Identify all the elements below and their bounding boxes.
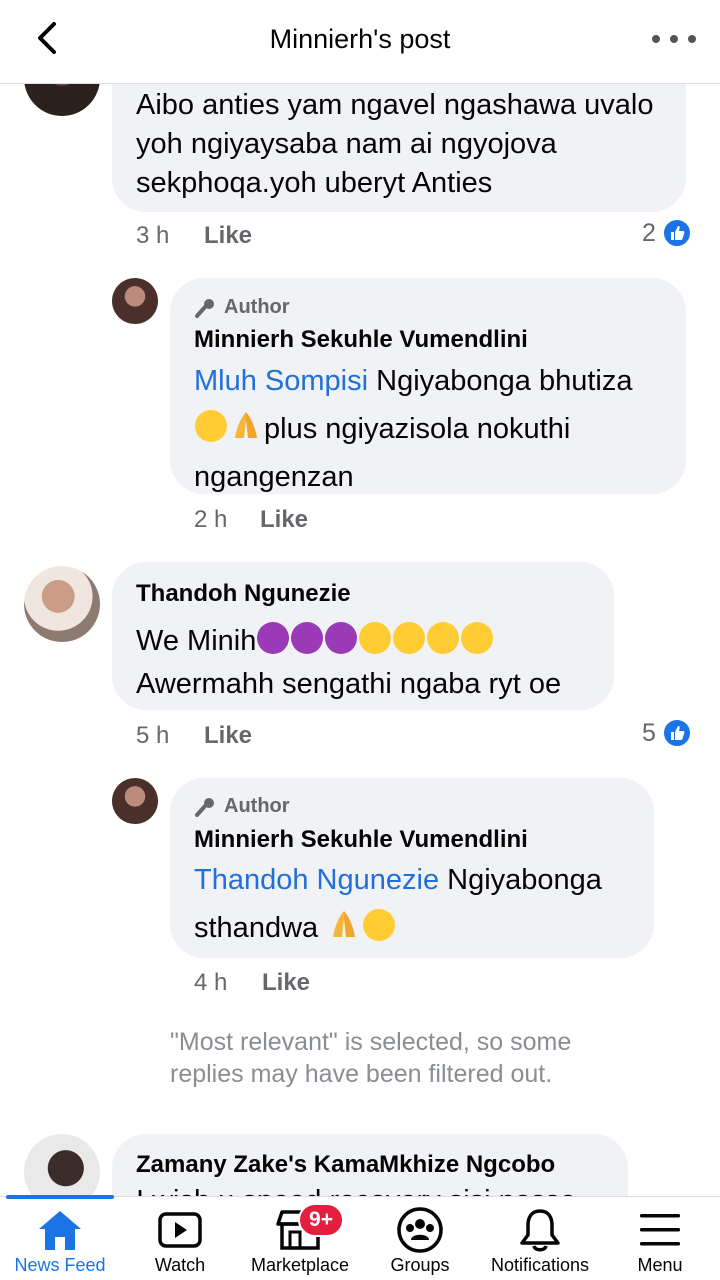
tab-label: News Feed	[14, 1255, 106, 1275]
reply-text-part: ngangenzan	[194, 461, 354, 493]
facepalm-emoji-icon	[325, 622, 358, 654]
tab-label: Menu	[637, 1255, 683, 1275]
author-badge: Author	[194, 296, 290, 319]
tab-label: Groups	[390, 1255, 450, 1275]
author-badge: Author	[194, 795, 290, 818]
tab-menu[interactable]: Menu	[600, 1197, 720, 1280]
reply-text-part: Ngiyabonga	[439, 864, 602, 896]
reply-text-part: sthandwa	[194, 912, 327, 944]
pray-emoji-icon	[327, 907, 361, 939]
commenter-name[interactable]: Minnierh Sekuhle Vumendlini	[194, 826, 528, 854]
home-icon	[36, 1207, 84, 1253]
comment-text-part: We Minih	[136, 625, 257, 657]
tab-notifications[interactable]: Notifications	[480, 1197, 600, 1280]
facepalm-emoji-icon	[257, 622, 290, 654]
tab-label: Notifications	[490, 1255, 590, 1275]
commenter-name[interactable]: Zamany Zake's KamaMkhize Ngcobo	[136, 1151, 555, 1179]
bottom-tab-bar: News Feed Watch 9+ Marketplace Groups No…	[0, 1195, 720, 1280]
dot-icon	[670, 35, 678, 43]
microphone-icon	[195, 797, 214, 817]
avatar[interactable]	[112, 278, 158, 324]
crying-emoji-icon	[393, 622, 426, 654]
top-app-bar: Minnierh's post	[0, 0, 720, 84]
author-label: Author	[224, 296, 290, 318]
tab-label: Marketplace	[250, 1255, 350, 1275]
crying-emoji-icon	[359, 622, 392, 654]
comment-text: We Minih Awermahh sengathi ngaba ryt oe	[136, 620, 606, 706]
comment-time: 3 h	[136, 222, 170, 249]
like-button[interactable]: Like	[204, 222, 252, 250]
dot-icon	[652, 35, 660, 43]
mention-link[interactable]: Thandoh Ngunezie	[194, 864, 439, 896]
like-button[interactable]: Like	[204, 722, 252, 750]
tab-marketplace[interactable]: 9+ Marketplace	[240, 1197, 360, 1280]
avatar[interactable]	[112, 778, 158, 824]
facepalm-emoji-icon	[291, 622, 324, 654]
active-tab-indicator	[6, 1195, 114, 1199]
comment-text-part: Awermahh sengathi ngaba ryt oe	[136, 668, 562, 700]
commenter-name[interactable]: Thandoh Ngunezie	[136, 580, 351, 608]
like-reaction-icon	[661, 218, 692, 248]
like-button[interactable]: Like	[260, 506, 308, 534]
microphone-icon	[195, 298, 214, 318]
bell-icon	[516, 1207, 564, 1253]
reaction-count-number: 5	[642, 718, 656, 747]
like-button[interactable]: Like	[262, 969, 310, 997]
tab-watch[interactable]: Watch	[120, 1197, 240, 1280]
reaction-count-number: 2	[642, 218, 656, 247]
mention-link[interactable]: Mluh Sompisi	[194, 365, 368, 397]
menu-icon	[636, 1207, 684, 1253]
dot-icon	[688, 35, 696, 43]
reply-text-part: Ngiyabonga bhutiza	[368, 365, 633, 397]
avatar[interactable]	[24, 566, 100, 642]
smile-emoji-icon	[195, 410, 227, 442]
video-icon	[156, 1207, 204, 1253]
reply-text-part: plus ngiyazisola nokuthi	[264, 413, 571, 445]
crying-emoji-icon	[427, 622, 460, 654]
commenter-name[interactable]: Minnierh Sekuhle Vumendlini	[194, 326, 528, 354]
filter-notice: "Most relevant" is selected, so some rep…	[170, 1028, 572, 1088]
groups-icon	[396, 1207, 444, 1253]
tab-label: Watch	[154, 1255, 206, 1275]
comment-text: Aibo anties yam ngavel ngashawa uvalo yo…	[136, 89, 654, 199]
pray-emoji-icon	[229, 408, 263, 440]
reply-time: 4 h	[194, 969, 228, 996]
author-label: Author	[224, 795, 290, 817]
smile-emoji-icon	[363, 909, 396, 941]
reply-text: Mluh Sompisi Ngiyabonga bhutiza plus ngi…	[194, 357, 674, 501]
tab-news-feed[interactable]: News Feed	[0, 1195, 120, 1280]
reply-time: 2 h	[194, 506, 228, 533]
like-reaction-icon	[661, 718, 692, 748]
reaction-count[interactable]: 2	[642, 218, 692, 248]
tab-groups[interactable]: Groups	[360, 1197, 480, 1280]
more-options-button[interactable]	[652, 26, 696, 52]
comment-time: 5 h	[136, 722, 170, 749]
reaction-count[interactable]: 5	[642, 718, 692, 748]
notification-badge: 9+	[298, 1203, 344, 1237]
crying-emoji-icon	[461, 622, 494, 654]
page-title: Minnierh's post	[269, 24, 451, 54]
reply-text: Thandoh Ngunezie Ngiyabonga sthandwa	[194, 856, 644, 952]
